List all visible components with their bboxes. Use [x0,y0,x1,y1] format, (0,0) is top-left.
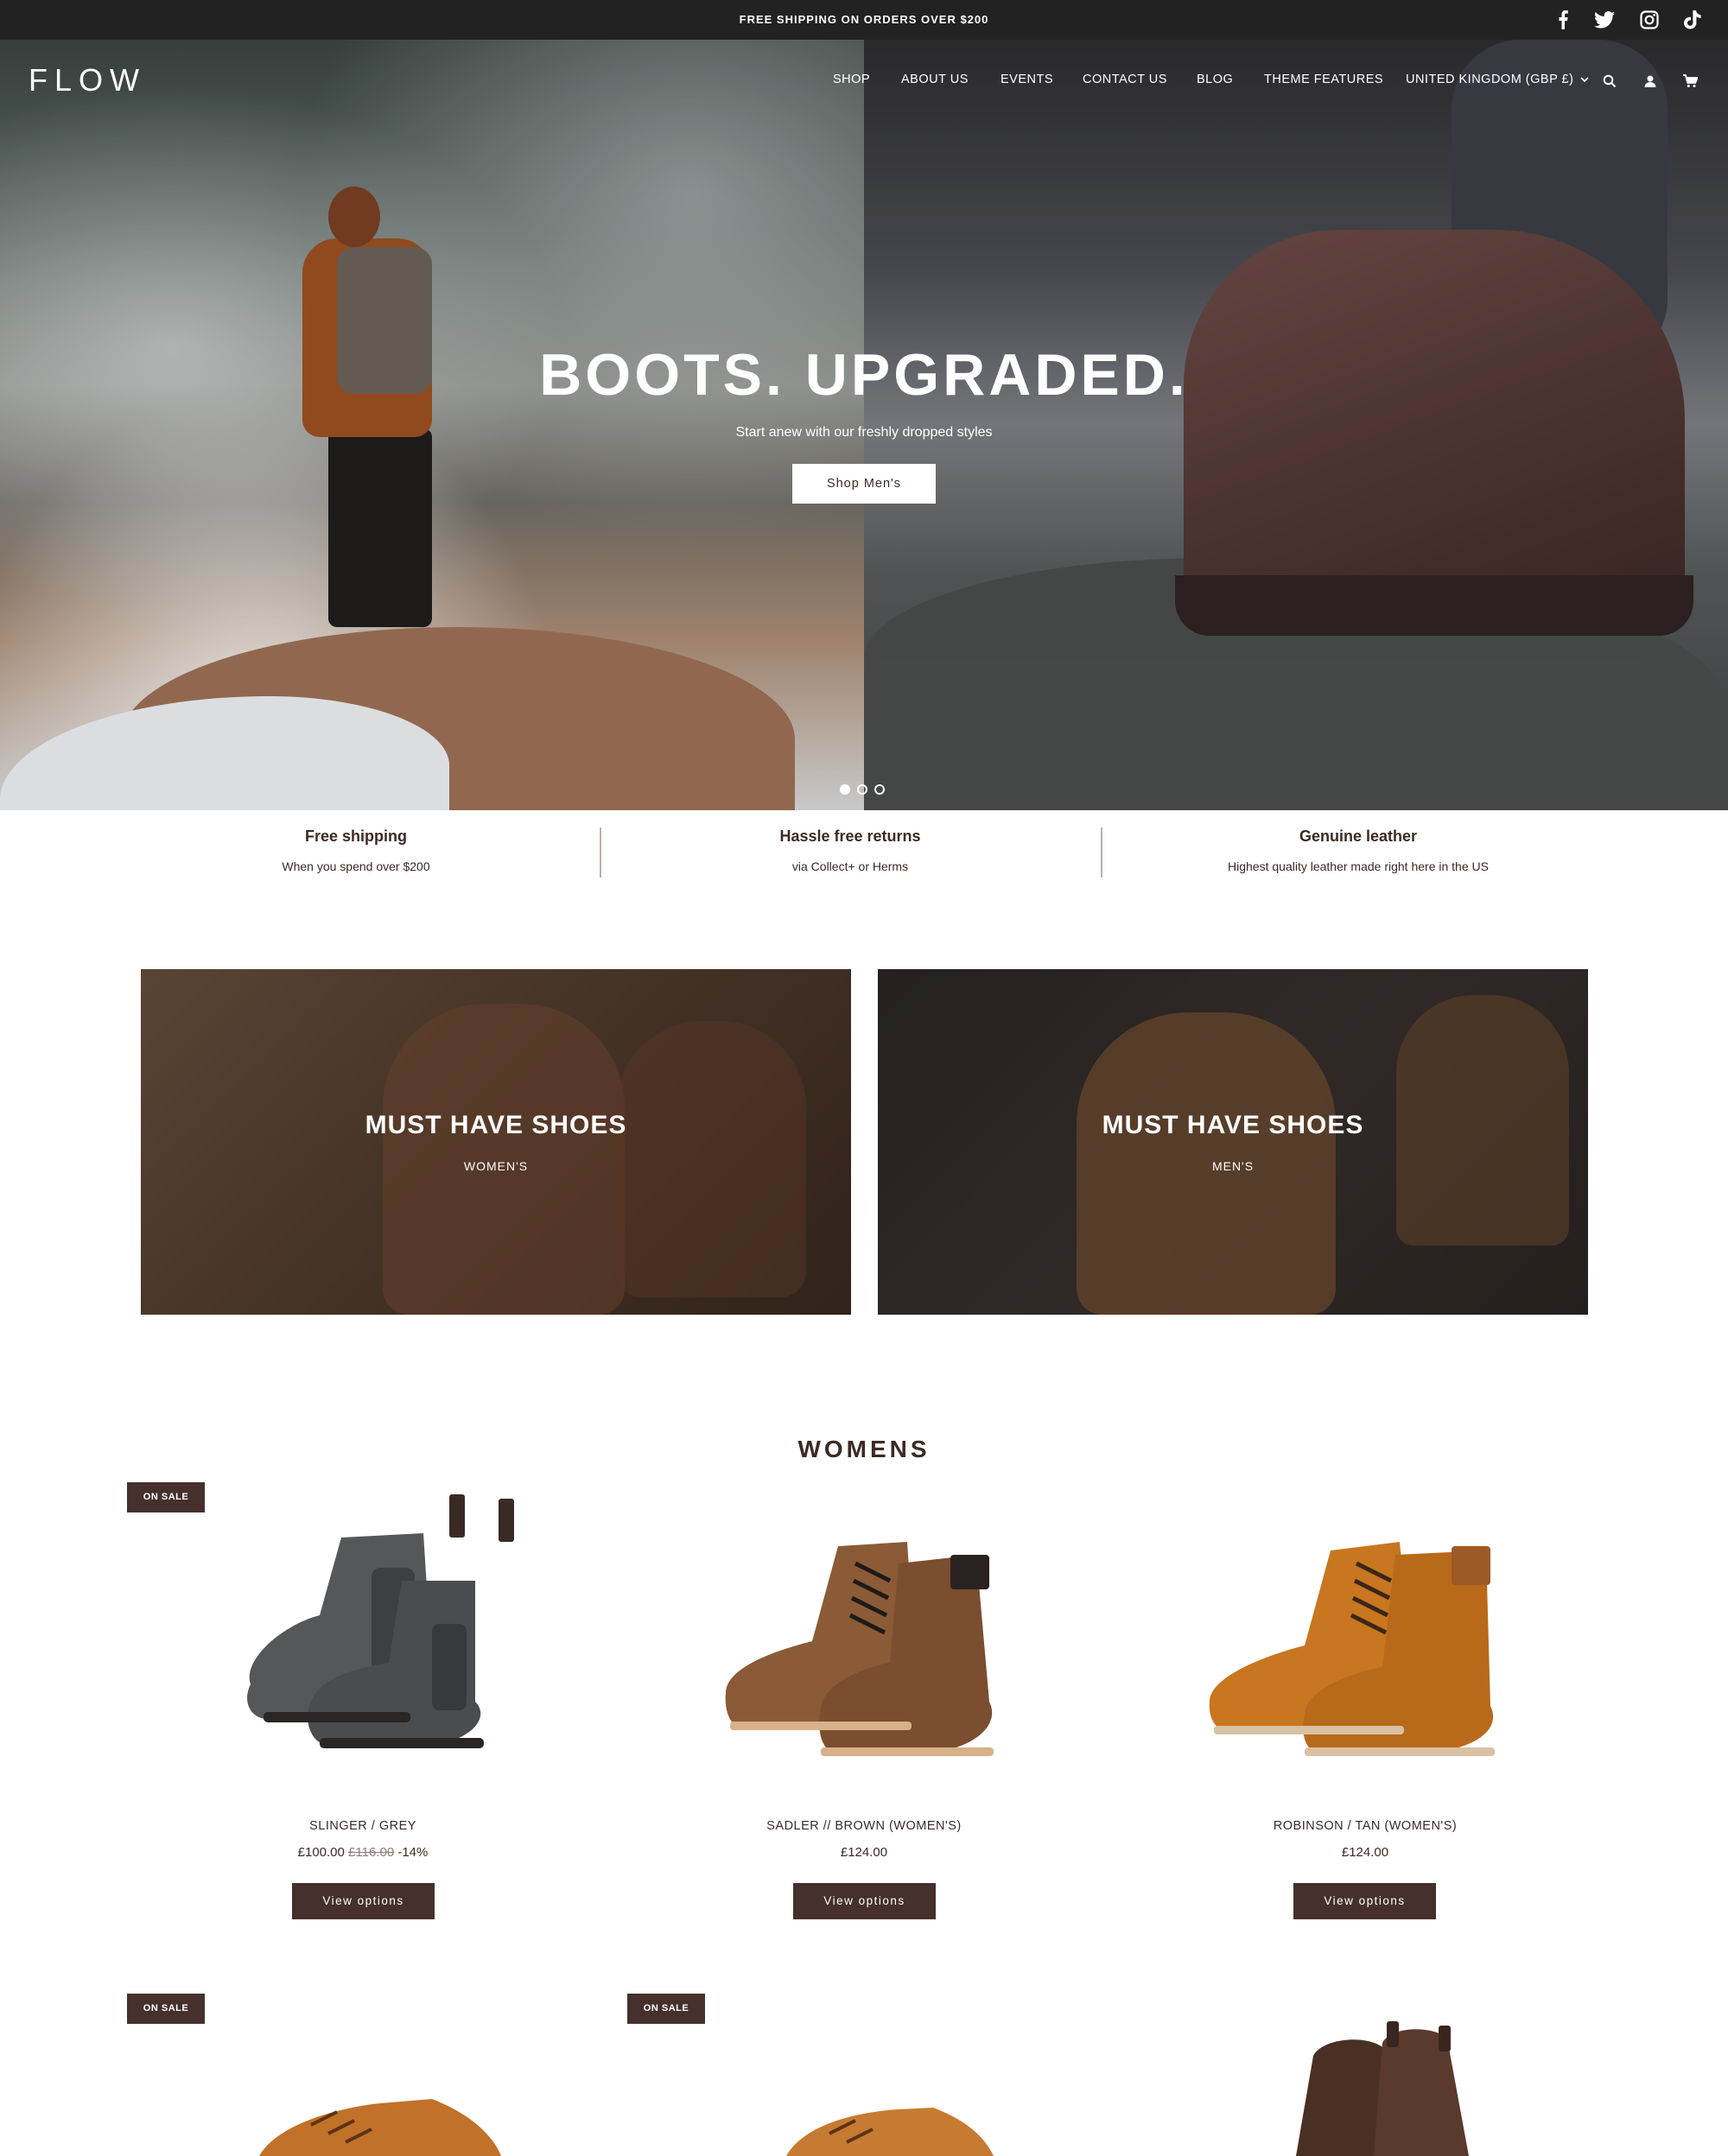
view-options-button[interactable]: View options [1293,1883,1436,1919]
feature-divider [600,828,601,878]
nav-contact-us[interactable]: CONTACT US [1083,73,1167,86]
site-logo[interactable]: FLOW [29,62,146,98]
feature-subtitle: via Collect+ or Herms [791,859,909,873]
product-image-robinson-tan[interactable] [1192,1503,1538,1779]
hero-subtitle: Start anew with our freshly dropped styl… [735,425,993,440]
feature-genuine-leather: Genuine leather Highest quality leather … [1142,828,1574,873]
promo-subtitle: MEN'S [1211,1159,1255,1173]
product-image-row2-2[interactable] [708,2090,1054,2156]
instagram-icon[interactable] [1638,9,1661,31]
nav-blog[interactable]: BLOG [1197,73,1233,86]
product-image-sadler-brown[interactable] [691,1503,1037,1779]
feature-title: Free shipping [304,828,407,845]
slide-dot-3[interactable] [874,784,885,795]
currency-label: UNITED KINGDOM (GBP £) [1406,73,1574,86]
facebook-icon[interactable] [1552,9,1574,31]
nav-events[interactable]: EVENTS [1001,73,1053,86]
search-icon[interactable] [1601,73,1618,90]
sale-price: £100.00 [297,1845,345,1860]
product-name[interactable]: ROBINSON / TAN (WOMEN'S) [1115,1819,1616,1833]
announcement-bar: FREE SHIPPING ON ORDERS OVER $200 [0,0,1728,40]
nav-theme-features[interactable]: THEME FEATURES [1264,73,1383,86]
feature-divider [1101,828,1102,878]
product-price: £124.00 [1341,1845,1389,1860]
cart-icon[interactable] [1681,73,1699,90]
original-price: £116.00 [348,1845,395,1860]
shop-mens-button[interactable]: Shop Men's [792,464,936,504]
on-sale-badge: ON SALE [627,1994,705,2024]
promo-subtitle: WOMEN'S [463,1159,529,1173]
discount-percent: -14% [397,1845,429,1860]
promo-title: MUST HAVE SHOES [365,1111,627,1139]
product-name[interactable]: SLINGER / GREY [112,1819,613,1833]
product-image-row2-3[interactable] [1244,2021,1590,2156]
nav-about-us[interactable]: ABOUT US [901,73,969,86]
slide-dot-1[interactable] [840,784,850,795]
promo-title: MUST HAVE SHOES [1102,1111,1364,1139]
feature-free-shipping: Free shipping When you spend over $200 [140,828,572,873]
account-icon[interactable] [1642,73,1659,90]
product-image-row2-1[interactable] [207,2073,553,2156]
product-image-slinger-grey[interactable] [190,1486,536,1762]
feature-subtitle: Highest quality leather made right here … [1228,859,1489,873]
promo-card-womens[interactable]: MUST HAVE SHOES WOMEN'S [141,969,851,1315]
nav-shop[interactable]: SHOP [833,73,870,86]
tiktok-icon[interactable] [1681,9,1704,31]
hero-title: BOOTS. UPGRADED. [539,342,1189,408]
product-price: £124.00 [840,1845,888,1860]
promo-card-mens[interactable]: MUST HAVE SHOES MEN'S [878,969,1588,1315]
feature-title: Genuine leather [1299,828,1418,845]
view-options-button[interactable]: View options [292,1883,435,1919]
feature-title: Hassle free returns [779,828,921,845]
on-sale-badge: ON SALE [127,1994,205,2024]
currency-selector[interactable]: UNITED KINGDOM (GBP £) [1406,73,1589,86]
feature-subtitle: When you spend over $200 [282,859,430,873]
slideshow-dots [840,784,892,796]
chevron-down-icon [1580,77,1589,82]
feature-free-returns: Hassle free returns via Collect+ or Herm… [634,828,1066,873]
slide-dot-2[interactable] [857,784,867,795]
product-name[interactable]: SADLER // BROWN (WOMEN'S) [613,1819,1115,1833]
twitter-icon[interactable] [1593,9,1616,31]
announcement-text: FREE SHIPPING ON ORDERS OVER $200 [739,13,989,26]
view-options-button[interactable]: View options [793,1883,936,1919]
product-price: £100.00 £116.00 -14% [112,1845,613,1860]
section-title-womens: WOMENS [797,1436,931,1462]
